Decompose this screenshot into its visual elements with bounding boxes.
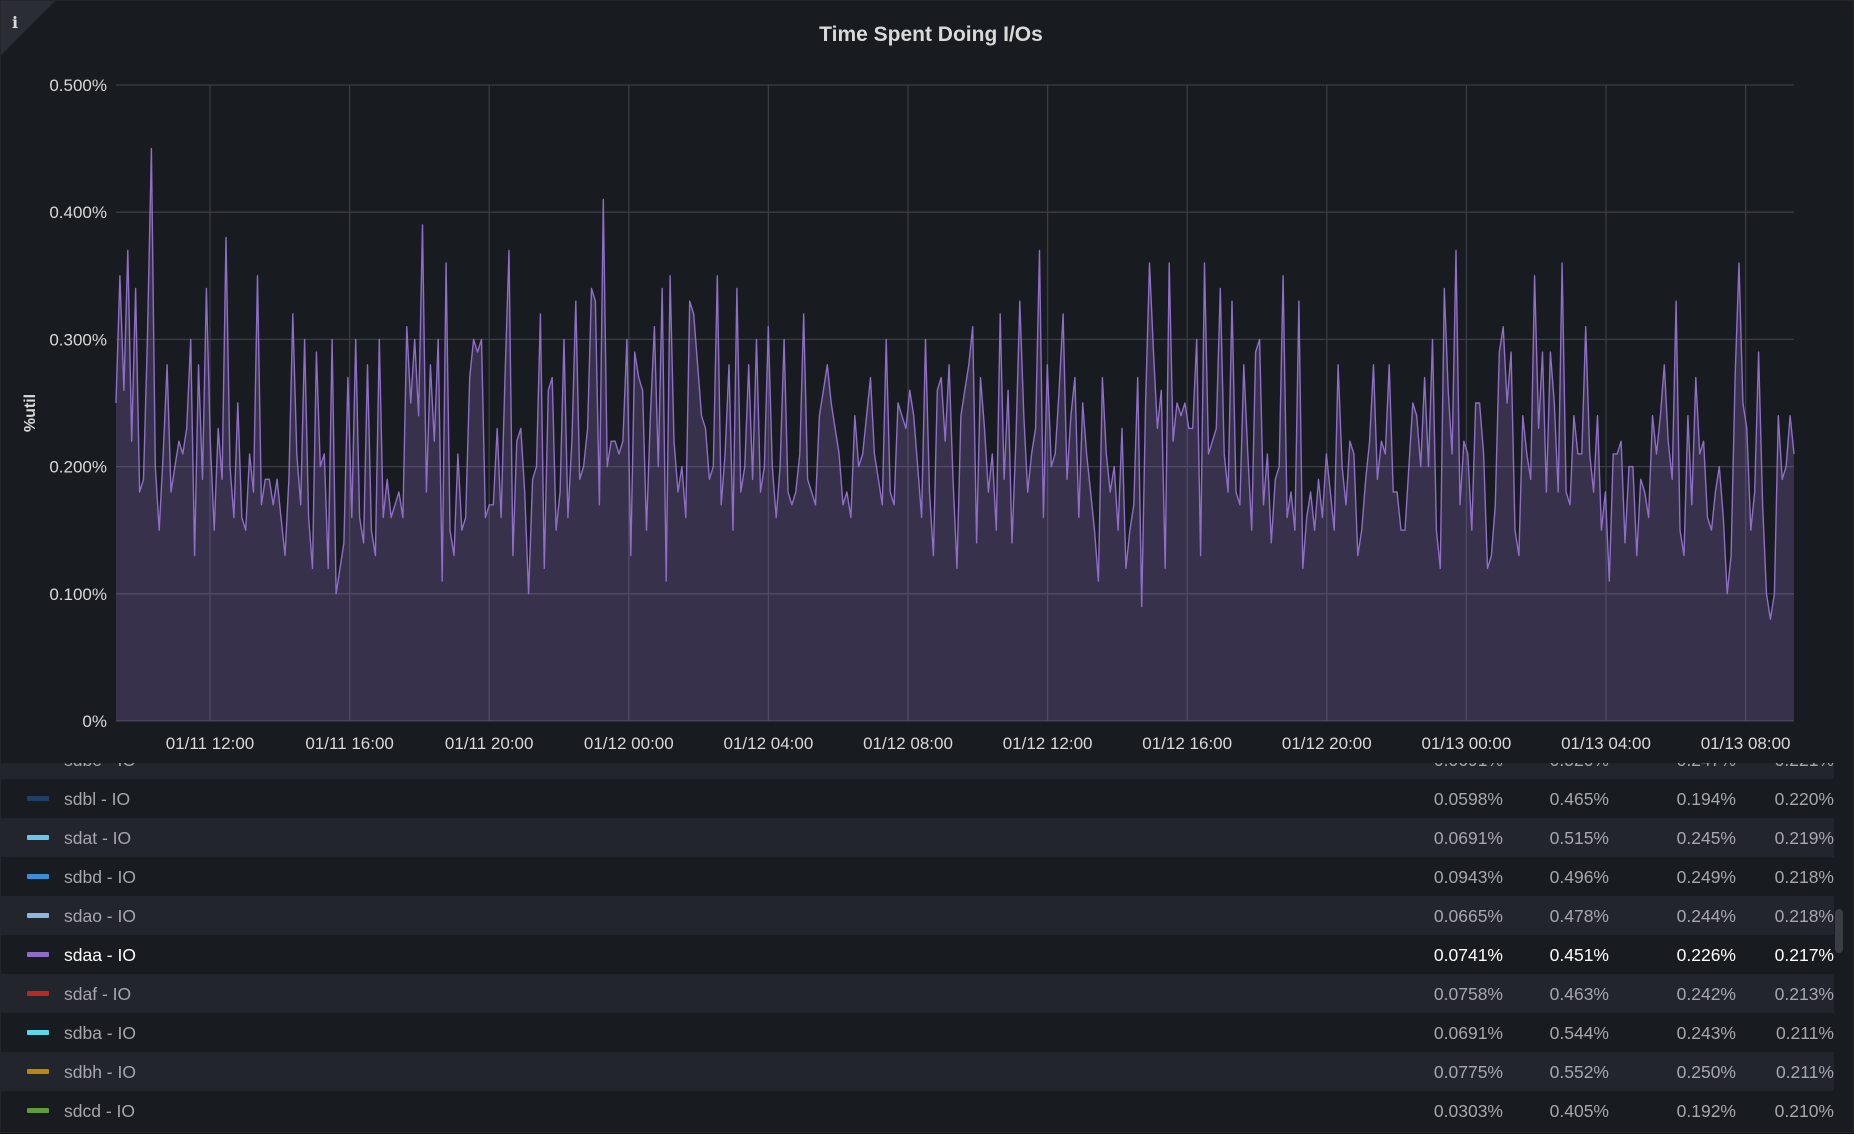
legend-value: 0.213% bbox=[1774, 984, 1834, 1004]
legend-value: 0.544% bbox=[1549, 1023, 1609, 1043]
legend-value: 0.0741% bbox=[1433, 945, 1503, 965]
legend-color-swatch[interactable] bbox=[27, 835, 49, 840]
legend-value: 0.218% bbox=[1774, 867, 1834, 887]
legend-series-name[interactable]: sdba - IO bbox=[64, 1023, 136, 1044]
legend-value: 0.451% bbox=[1549, 945, 1609, 965]
y-tick-label: 0% bbox=[82, 712, 107, 731]
legend-color-swatch[interactable] bbox=[27, 991, 49, 996]
legend-value: 0.463% bbox=[1549, 984, 1609, 1004]
legend-series-name[interactable]: sdaa - IO bbox=[64, 945, 136, 966]
x-tick-label: 01/12 20:00 bbox=[1282, 734, 1372, 753]
x-tick-label: 01/12 08:00 bbox=[863, 734, 953, 753]
legend-color-swatch[interactable] bbox=[27, 913, 49, 918]
legend-color-swatch[interactable] bbox=[27, 796, 49, 801]
legend-value: 0.0598% bbox=[1433, 789, 1503, 809]
legend-value: 0.496% bbox=[1549, 867, 1609, 887]
legend-color-swatch[interactable] bbox=[27, 1030, 49, 1035]
graph-panel: i Time Spent Doing I/Os 0% 0.100% 0.200% 0.… bbox=[0, 0, 1854, 1133]
legend-value: 0.0691% bbox=[1433, 828, 1503, 848]
x-tick-label: 01/11 16:00 bbox=[305, 734, 394, 753]
legend-series-name[interactable]: sdcd - IO bbox=[64, 1101, 135, 1122]
y-tick-label: 0.100% bbox=[49, 585, 107, 604]
legend-row[interactable]: sdaa - IO 0.0741% 0.451% 0.226% 0.217% bbox=[1, 935, 1834, 974]
legend-series-name[interactable]: sdbl - IO bbox=[64, 789, 130, 810]
series-area bbox=[116, 148, 1794, 722]
legend-series-name[interactable]: sdbh - IO bbox=[64, 1062, 136, 1083]
legend-series-name[interactable]: sdbd - IO bbox=[64, 867, 136, 888]
legend-color-swatch[interactable] bbox=[27, 1069, 49, 1074]
x-tick-label: 01/12 12:00 bbox=[1003, 734, 1093, 753]
legend-row[interactable]: sdbl - IO 0.0598% 0.465% 0.194% 0.220% bbox=[1, 779, 1834, 818]
legend-series-name[interactable]: sdaf - IO bbox=[64, 984, 131, 1005]
legend-value: 0.221% bbox=[1714, 763, 1834, 771]
x-tick-label: 01/12 00:00 bbox=[584, 734, 674, 753]
legend-value: 0.478% bbox=[1549, 906, 1609, 926]
legend-value: 0.0665% bbox=[1433, 906, 1503, 926]
y-tick-label: 0.400% bbox=[49, 203, 107, 222]
x-tick-label: 01/12 16:00 bbox=[1142, 734, 1232, 753]
legend-series-name[interactable]: sdbe - IO bbox=[64, 763, 136, 771]
legend-value: 0.0758% bbox=[1433, 984, 1503, 1004]
x-tick-label: 01/11 12:00 bbox=[166, 734, 255, 753]
time-series-chart[interactable]: 0% 0.100% 0.200% 0.300% 0.400% 0.500% 01/11 12… bbox=[1, 1, 1854, 763]
legend-table: sdbe - IO0.0691%0.520%0.247%0.221%sdbl -… bbox=[1, 763, 1854, 1134]
legend-scrollbar[interactable] bbox=[1835, 909, 1843, 953]
legend-value: 0.0775% bbox=[1433, 1062, 1503, 1082]
legend-series-name[interactable]: sdao - IO bbox=[64, 906, 136, 927]
legend-value: 0.515% bbox=[1549, 828, 1609, 848]
legend-value: 0.0303% bbox=[1433, 1101, 1503, 1121]
legend-value: 0.218% bbox=[1774, 906, 1834, 926]
legend-row[interactable]: sdbh - IO 0.0775% 0.552% 0.250% 0.211% bbox=[1, 1052, 1834, 1091]
legend-value: 0.211% bbox=[1775, 1062, 1834, 1082]
legend-value: 0.552% bbox=[1549, 1062, 1609, 1082]
legend-color-swatch[interactable] bbox=[27, 952, 49, 957]
legend-color-swatch[interactable] bbox=[27, 874, 49, 879]
legend-row[interactable]: sdbd - IO 0.0943% 0.496% 0.249% 0.218% bbox=[1, 857, 1834, 896]
legend-value: 0.0691% bbox=[1383, 763, 1503, 771]
legend-row[interactable]: sdbe - IO0.0691%0.520%0.247%0.221% bbox=[1, 763, 1834, 779]
legend-value: 0.0691% bbox=[1433, 1023, 1503, 1043]
legend-value: 0.220% bbox=[1774, 789, 1834, 809]
y-tick-label: 0.200% bbox=[49, 458, 107, 477]
x-tick-label: 01/11 20:00 bbox=[445, 734, 534, 753]
legend-value: 0.405% bbox=[1549, 1101, 1609, 1121]
x-tick-label: 01/13 00:00 bbox=[1421, 734, 1511, 753]
legend-value: 0.211% bbox=[1775, 1023, 1834, 1043]
legend-row[interactable]: sdba - IO 0.0691% 0.544% 0.243% 0.211% bbox=[1, 1013, 1834, 1052]
legend-row[interactable]: sdaf - IO 0.0758% 0.463% 0.242% 0.213% bbox=[1, 974, 1834, 1013]
legend-row[interactable]: sdcd - IO 0.0303% 0.405% 0.192% 0.210% bbox=[1, 1091, 1834, 1130]
x-tick-label: 01/12 04:00 bbox=[723, 734, 813, 753]
legend-value: 0.210% bbox=[1774, 1101, 1834, 1121]
legend-row[interactable]: sdat - IO 0.0691% 0.515% 0.245% 0.219% bbox=[1, 818, 1834, 857]
legend-value: 0.520% bbox=[1489, 763, 1609, 771]
legend-series-name[interactable]: sdat - IO bbox=[64, 828, 131, 849]
y-tick-label: 0.500% bbox=[49, 76, 107, 95]
legend-value: 0.217% bbox=[1774, 945, 1834, 965]
x-tick-label: 01/13 04:00 bbox=[1561, 734, 1651, 753]
x-tick-label: 01/13 08:00 bbox=[1701, 734, 1791, 753]
legend-row[interactable]: sdao - IO 0.0665% 0.478% 0.244% 0.218% bbox=[1, 896, 1834, 935]
legend-color-swatch[interactable] bbox=[27, 1108, 49, 1113]
legend-value: 0.219% bbox=[1774, 828, 1834, 848]
legend-value: 0.0943% bbox=[1433, 867, 1503, 887]
y-axis-label: %util bbox=[22, 394, 39, 432]
y-tick-label: 0.300% bbox=[49, 330, 107, 349]
legend-value: 0.465% bbox=[1549, 789, 1609, 809]
